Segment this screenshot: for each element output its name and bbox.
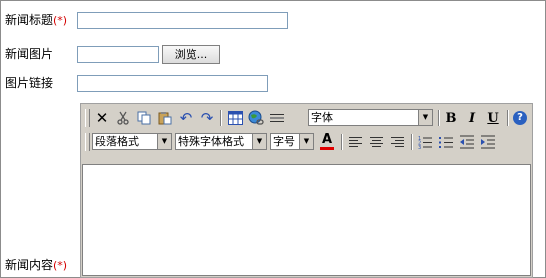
align-left-icon[interactable] [345,133,365,151]
content-required-marker: (*) [53,259,68,272]
font-color-button[interactable]: A [317,133,337,151]
toolbar-separator [438,110,440,126]
toolbar-separator [220,110,222,126]
cut-icon[interactable] [113,109,133,127]
delete-icon[interactable]: ✕ [92,109,112,127]
editor-content-area[interactable] [82,164,531,276]
editor-toolbar-1: ✕ ↶ ↷ 字体 ▼ B I U ? [84,107,530,129]
image-link-label: 图片链接 [5,76,54,90]
align-right-icon[interactable] [387,133,407,151]
italic-button[interactable]: I [462,109,482,127]
redo-icon[interactable]: ↷ [197,109,217,127]
news-image-label: 新闻图片 [5,47,54,61]
help-icon[interactable]: ? [510,109,530,127]
chevron-down-icon: ▼ [157,134,171,149]
rich-text-editor: ✕ ↶ ↷ 字体 ▼ B I U ? 段落格式 ▼ 特殊字体格式 ▼ 字号 ▼ … [80,103,533,278]
toolbar-separator [341,134,343,150]
chevron-down-icon: ▼ [252,134,266,149]
font-select[interactable]: 字体 ▼ [308,109,433,126]
news-image-file-input[interactable] [77,46,159,63]
editor-toolbar-2: 段落格式 ▼ 特殊字体格式 ▼ 字号 ▼ A 123 [84,131,530,153]
font-size-select[interactable]: 字号 ▼ [270,133,314,150]
special-font-format-select[interactable]: 特殊字体格式 ▼ [175,133,267,150]
font-color-swatch [320,147,334,150]
table-icon[interactable] [225,109,245,127]
chevron-down-icon: ▼ [299,134,313,149]
paragraph-format-select[interactable]: 段落格式 ▼ [92,133,172,150]
toolbar-separator [411,134,413,150]
outdent-icon[interactable] [457,133,477,151]
chevron-down-icon: ▼ [418,110,432,125]
horizontal-rule-icon[interactable] [267,109,287,127]
underline-button[interactable]: U [483,109,503,127]
browse-button[interactable]: 浏览... [162,45,220,64]
undo-icon[interactable]: ↶ [176,109,196,127]
bold-button[interactable]: B [441,109,461,127]
toolbar-separator [507,110,509,126]
toolbar-grip [85,109,90,127]
hyperlink-icon[interactable] [246,109,266,127]
copy-icon[interactable] [134,109,154,127]
news-content-label: 新闻内容(*) [5,258,68,272]
toolbar-grip [85,133,90,151]
indent-icon[interactable] [478,133,498,151]
paste-icon[interactable] [155,109,175,127]
news-title-label: 新闻标题(*) [5,13,68,27]
svg-text:3: 3 [418,145,421,149]
required-marker: (*) [53,14,68,27]
news-title-input[interactable] [77,12,288,29]
ordered-list-icon[interactable]: 123 [415,133,435,151]
unordered-list-icon[interactable] [436,133,456,151]
image-link-input[interactable] [77,75,268,92]
font-color-icon: A [321,132,333,147]
align-center-icon[interactable] [366,133,386,151]
